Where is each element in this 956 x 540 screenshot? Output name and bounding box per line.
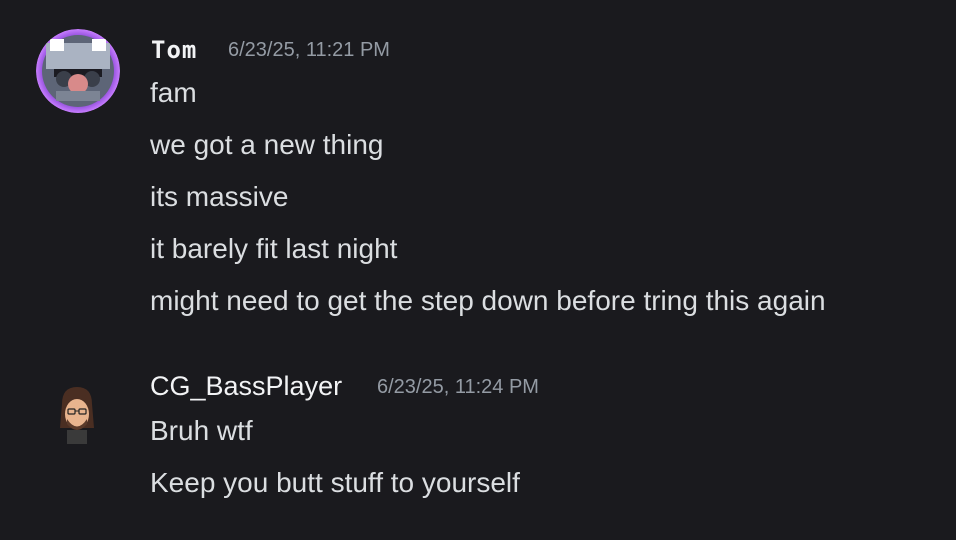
message-text: Bruh wtf <box>150 415 253 446</box>
message-text: Keep you butt stuff to yourself <box>150 467 520 498</box>
bearded-man-avatar-icon[interactable] <box>52 384 102 446</box>
message-group-cg-bassplayer: CG_BassPlayer 6/23/25, 11:24 PM Bruh wtf… <box>0 0 956 540</box>
message-timestamp[interactable]: 6/23/25, 11:24 PM <box>377 377 539 397</box>
message-author[interactable]: CG_BassPlayer <box>150 373 342 400</box>
chat-message-list: Tom 6/23/25, 11:21 PM fam we got a new t… <box>0 0 956 540</box>
